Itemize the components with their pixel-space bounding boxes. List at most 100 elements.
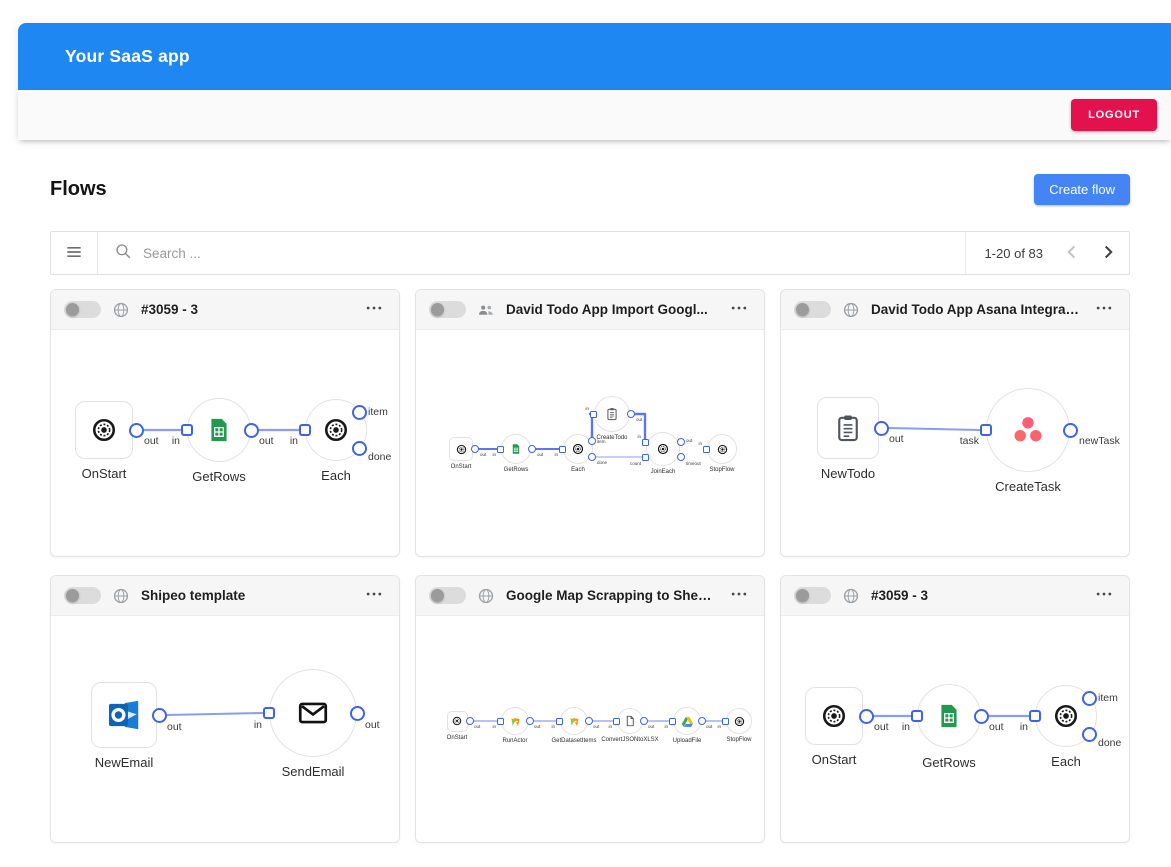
flow-preview-canvas[interactable]: NewTodoCreateTaskouttasknewTask xyxy=(781,330,1129,557)
flow-node xyxy=(447,711,468,732)
output-port xyxy=(466,717,474,725)
page-title: Flows xyxy=(50,178,107,201)
card-menu-button[interactable] xyxy=(362,582,386,609)
flow-enabled-toggle[interactable] xyxy=(64,301,101,318)
output-port xyxy=(698,717,706,725)
envelope-icon xyxy=(296,696,330,730)
output-port xyxy=(588,453,596,461)
port-label: in xyxy=(1020,721,1028,733)
flow-card-header: #3059 - 3 xyxy=(781,576,1129,616)
port-label: in xyxy=(664,724,668,729)
input-port xyxy=(559,446,566,453)
logout-button[interactable]: LOGOUT xyxy=(1071,99,1157,131)
port-label: in xyxy=(254,719,262,731)
port-label: in xyxy=(492,452,496,457)
output-port xyxy=(352,441,367,456)
output-port xyxy=(244,423,259,438)
port-label: in xyxy=(637,434,641,439)
toggle-knob xyxy=(66,303,79,316)
input-port xyxy=(299,424,311,436)
next-page-button[interactable] xyxy=(1095,239,1121,268)
node-label: JoinEach xyxy=(651,469,676,475)
sheets-icon xyxy=(205,416,233,444)
input-port xyxy=(497,718,504,725)
flow-node xyxy=(187,398,251,462)
flow-enabled-toggle[interactable] xyxy=(64,587,101,604)
flow-card: David Todo App Asana IntegrationNewTodoC… xyxy=(780,289,1130,557)
output-port xyxy=(471,445,479,453)
flow-preview-canvas[interactable]: OnStartGetRowsEachCreateTodoJoinEachStop… xyxy=(416,330,764,557)
port-label: out xyxy=(648,724,654,729)
pagination-range: 1-20 of 83 xyxy=(984,246,1043,261)
card-menu-button[interactable] xyxy=(362,296,386,323)
flow-card-header: Shipeo template xyxy=(51,576,399,616)
toggle-knob xyxy=(796,589,809,602)
flow-preview-canvas[interactable]: OnStartGetRowsEachoutinoutinitemdone xyxy=(781,616,1129,843)
card-menu-button[interactable] xyxy=(727,582,751,609)
target-icon xyxy=(657,443,669,455)
port-label: item xyxy=(368,406,388,418)
port-label: out xyxy=(474,724,480,729)
output-port xyxy=(129,423,144,438)
flow-preview-canvas[interactable]: NewEmailSendEmailoutinout xyxy=(51,616,399,843)
more-dots-icon xyxy=(364,584,384,607)
search-toolbar: 1-20 of 83 xyxy=(50,231,1130,275)
input-port xyxy=(263,707,275,719)
flow-card-title: Shipeo template xyxy=(141,588,351,603)
flow-card-header: David Todo App Asana Integration xyxy=(781,290,1129,330)
node-label: GetRows xyxy=(504,467,529,473)
search-input[interactable] xyxy=(141,232,965,274)
port-label: in xyxy=(554,452,558,457)
output-port xyxy=(859,709,874,724)
node-label: CreateTask xyxy=(995,479,1061,494)
output-port xyxy=(677,438,685,446)
output-port xyxy=(677,453,685,461)
flow-enabled-toggle[interactable] xyxy=(429,587,466,604)
node-label: SendEmail xyxy=(282,764,345,779)
flow-preview-canvas[interactable]: OnStartRunActorGetDatasetItemsConvertJSO… xyxy=(416,616,764,843)
search-icon xyxy=(114,242,132,265)
flow-card: Google Map Scrapping to SheetsOnStartRun… xyxy=(415,575,765,843)
card-menu-button[interactable] xyxy=(727,296,751,323)
flow-edges xyxy=(416,616,764,843)
card-menu-button[interactable] xyxy=(1092,582,1116,609)
node-label: Each xyxy=(1051,754,1081,769)
globe-icon xyxy=(477,587,495,605)
toggle-knob xyxy=(431,303,444,316)
flow-enabled-toggle[interactable] xyxy=(794,301,831,318)
file-icon xyxy=(624,715,636,727)
flow-enabled-toggle[interactable] xyxy=(429,301,466,318)
chevron-left-icon xyxy=(1061,241,1083,266)
toggle-knob xyxy=(66,589,79,602)
input-port xyxy=(980,424,992,436)
flow-node xyxy=(501,434,531,464)
prev-page-button[interactable] xyxy=(1059,239,1085,268)
port-label: out xyxy=(989,721,1004,733)
flow-node xyxy=(646,432,680,466)
top-margin xyxy=(0,0,1171,23)
input-port xyxy=(497,446,504,453)
target-icon xyxy=(821,703,847,729)
more-dots-icon xyxy=(1094,298,1114,321)
port-label: in xyxy=(290,435,298,447)
output-port xyxy=(152,708,167,723)
toggle-knob xyxy=(431,589,444,602)
port-label: in xyxy=(717,724,721,729)
flow-preview-canvas[interactable]: OnStartGetRowsEachoutinoutinitemdone xyxy=(51,330,399,557)
clipboard-icon xyxy=(605,407,619,421)
globe-icon xyxy=(842,587,860,605)
port-label: timeout xyxy=(686,461,701,466)
port-label: out xyxy=(167,721,182,733)
filter-menu-button[interactable] xyxy=(51,232,98,274)
flow-node xyxy=(501,707,529,735)
target-icon xyxy=(572,443,584,455)
secondary-toolbar: LOGOUT xyxy=(18,90,1171,140)
target-icon xyxy=(1053,703,1079,729)
pagination: 1-20 of 83 xyxy=(965,232,1129,274)
flow-enabled-toggle[interactable] xyxy=(794,587,831,604)
card-menu-button[interactable] xyxy=(1092,296,1116,323)
flow-node xyxy=(269,669,357,757)
input-port xyxy=(703,446,710,453)
flows-grid: #3059 - 3OnStartGetRowsEachoutinoutinite… xyxy=(50,289,1130,843)
create-flow-button[interactable]: Create flow xyxy=(1034,174,1130,205)
